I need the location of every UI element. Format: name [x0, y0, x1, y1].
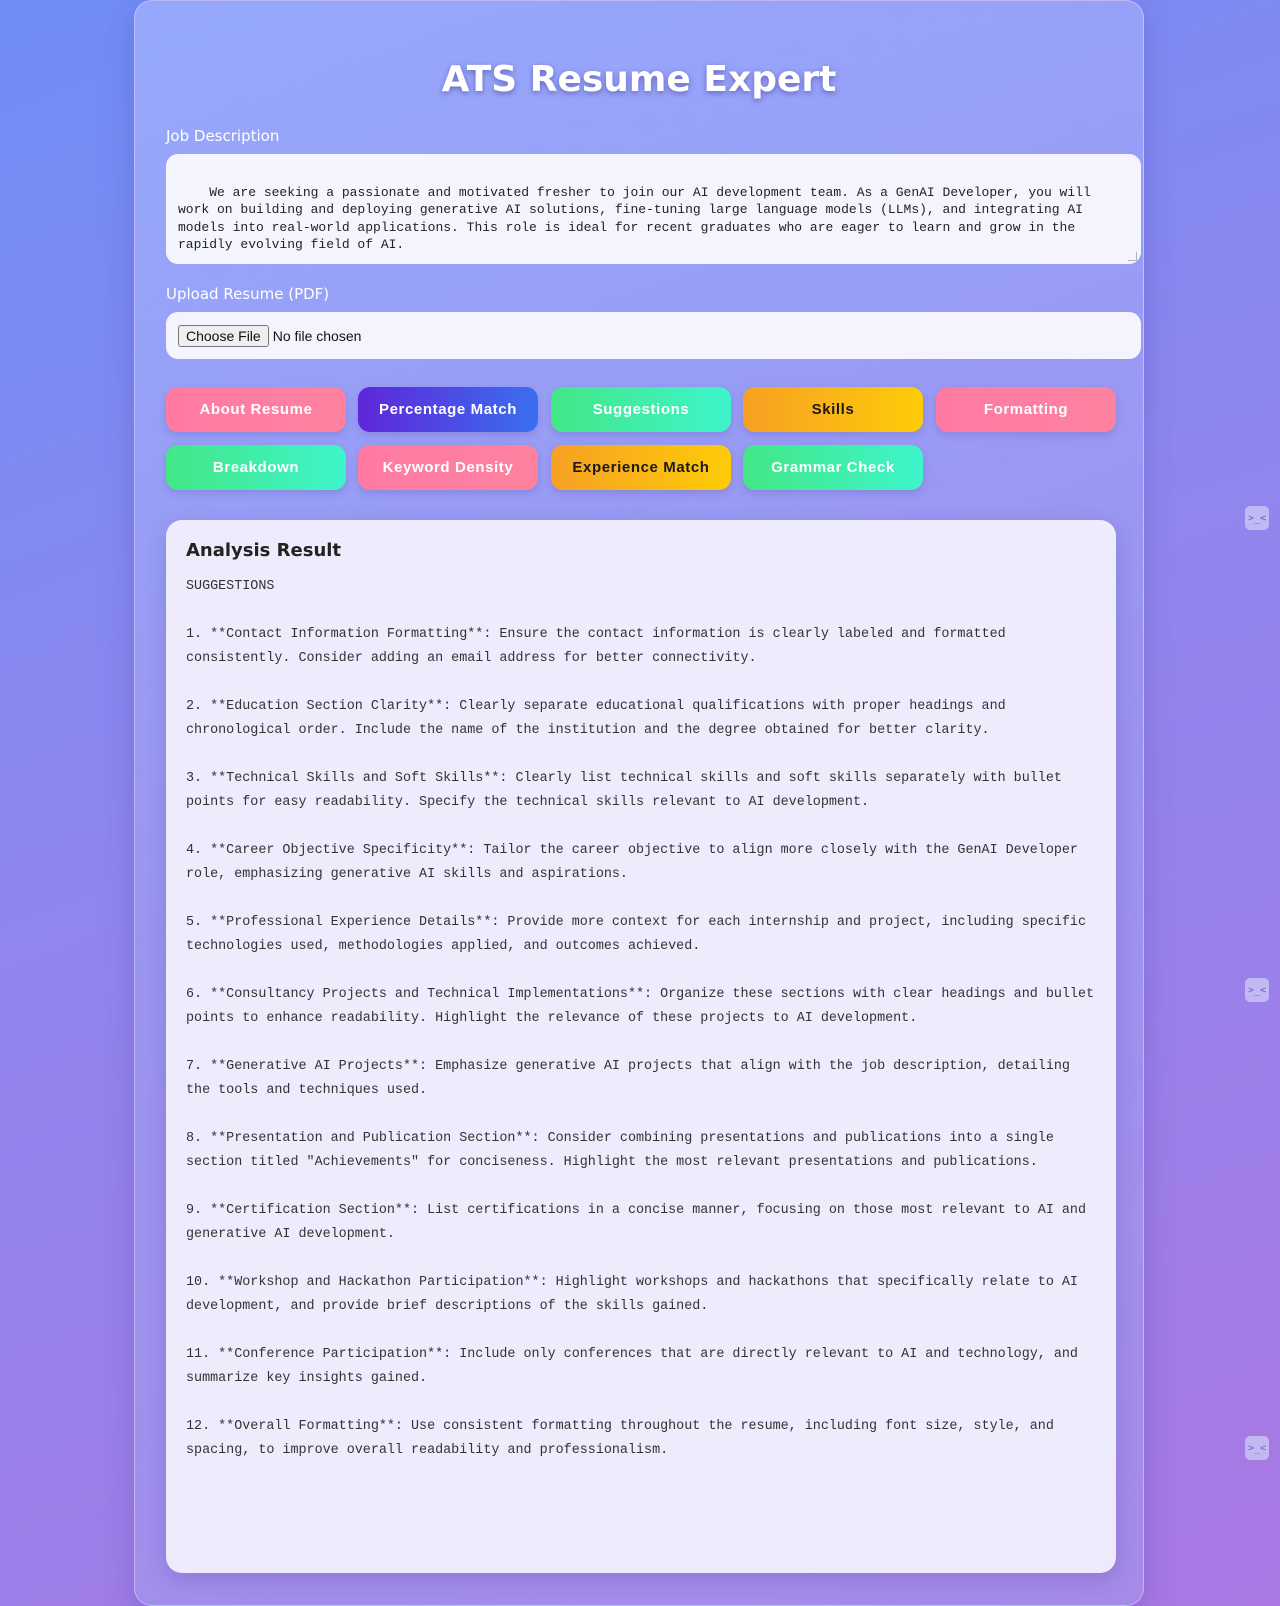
about-resume-button[interactable]: About Resume [166, 387, 346, 432]
analysis-result-heading: Analysis Result [186, 540, 342, 561]
suggestions-button[interactable]: Suggestions [551, 387, 731, 432]
file-status-text: No file chosen [272, 327, 362, 344]
choose-file-button[interactable]: Choose File [178, 324, 269, 347]
analysis-result-panel: Analysis Result SUGGESTIONS 1. **Contact… [166, 520, 1116, 1573]
resize-handle-icon[interactable] [1128, 252, 1137, 261]
job-description-textarea[interactable]: We are seeking a passionate and motivate… [166, 154, 1141, 264]
breakdown-button[interactable]: Breakdown [166, 445, 346, 490]
upload-resume-label: Upload Resume (PDF) [166, 285, 330, 303]
percentage-match-button[interactable]: Percentage Match [358, 387, 538, 432]
resume-file-input[interactable]: Choose File No file chosen [166, 312, 1141, 359]
main-card: ATS Resume Expert Job Description We are… [134, 0, 1144, 1606]
analysis-result-text: SUGGESTIONS 1. **Contact Information For… [186, 579, 1095, 1458]
skills-button[interactable]: Skills [743, 387, 923, 432]
formatting-button[interactable]: Formatting [936, 387, 1116, 432]
terminal-icon[interactable]: >_< [1245, 978, 1269, 1002]
terminal-icon[interactable]: >_< [1245, 506, 1269, 530]
grammar-check-button[interactable]: Grammar Check [743, 445, 923, 490]
experience-match-button[interactable]: Experience Match [551, 445, 731, 490]
keyword-density-button[interactable]: Keyword Density [358, 445, 538, 490]
job-description-text: We are seeking a passionate and motivate… [178, 184, 1099, 253]
terminal-icon[interactable]: >_< [1245, 1436, 1269, 1460]
job-description-label: Job Description [166, 127, 280, 145]
page-title: ATS Resume Expert [441, 59, 837, 100]
